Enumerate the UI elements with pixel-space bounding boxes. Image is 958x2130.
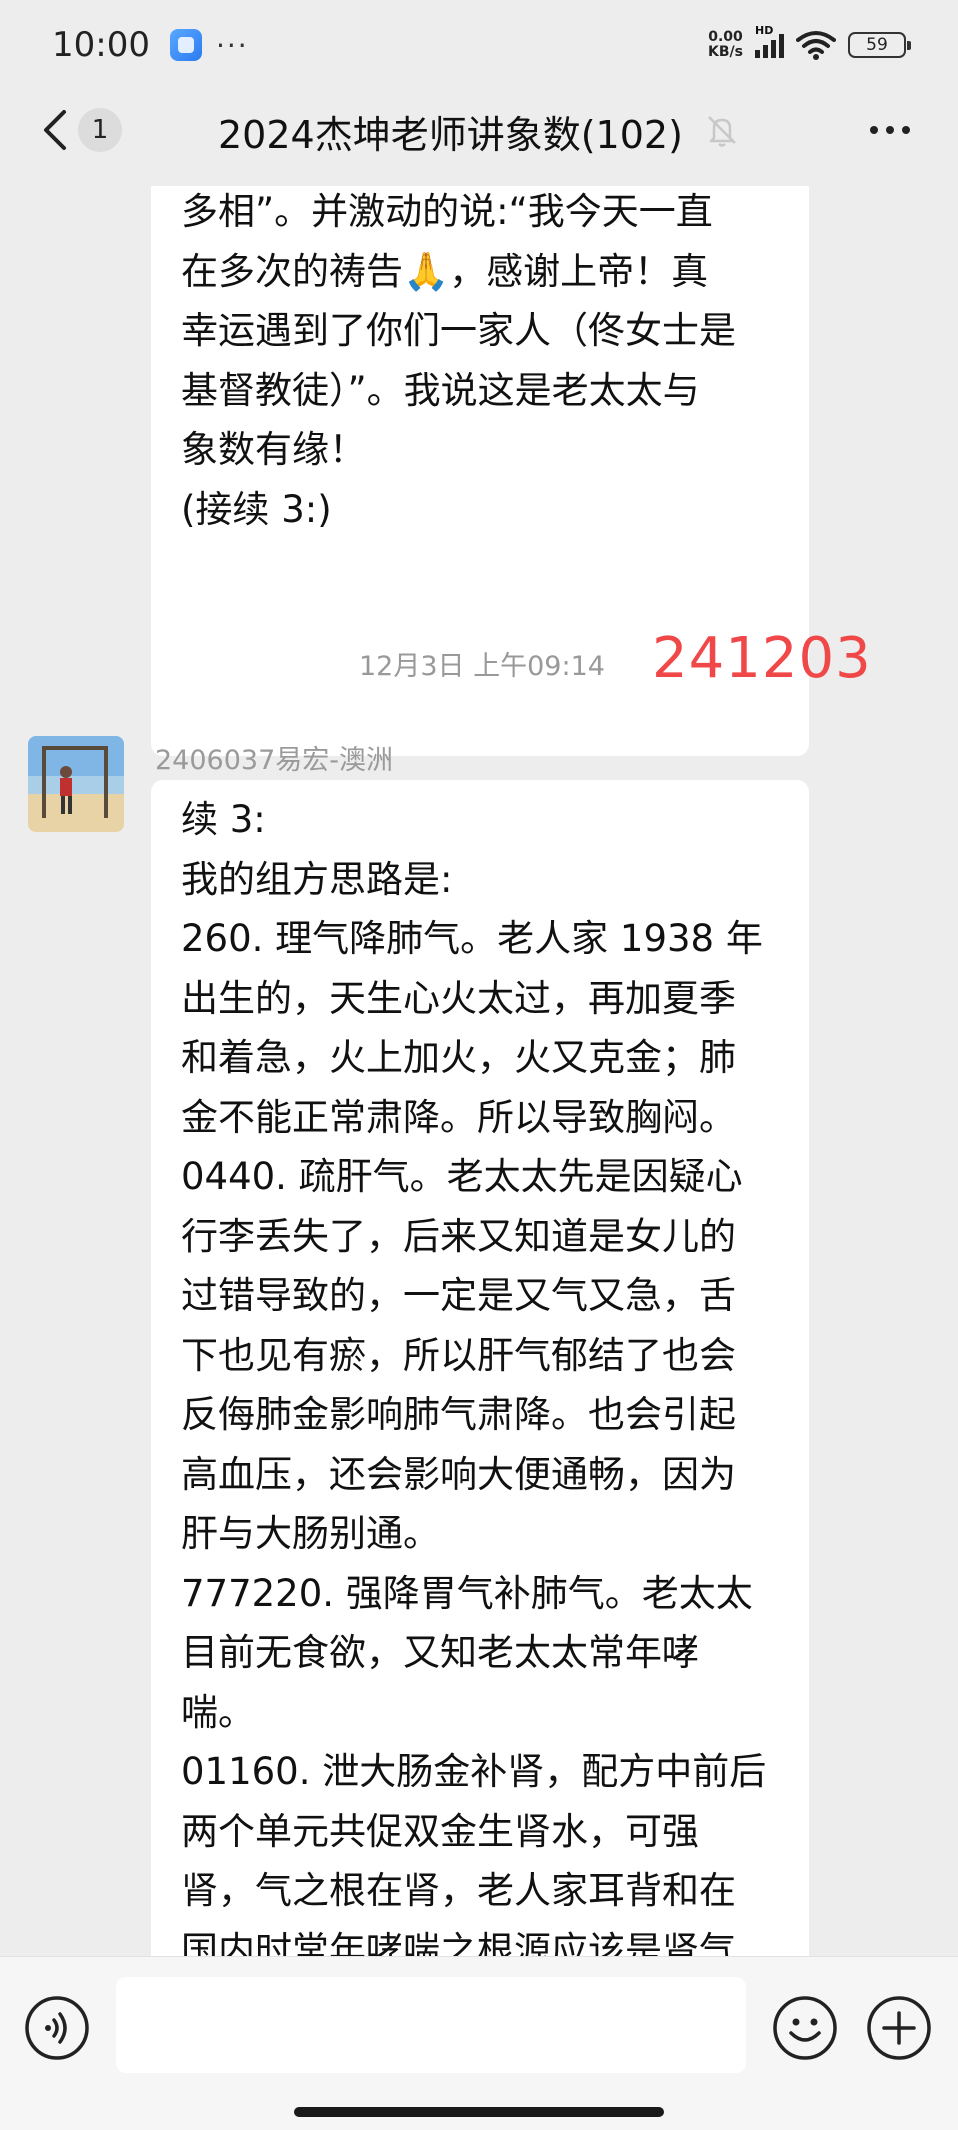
message-line: 多相”。并激动的说:“我今天一直 bbox=[181, 190, 713, 233]
status-time: 10:00 bbox=[52, 25, 150, 65]
message-line: 象数有缘！ bbox=[181, 428, 366, 471]
message-line: 两个单元共促双金生肾水，可强 bbox=[181, 1809, 699, 1853]
message-line: 基督教徒）”。我说这是老太太与 bbox=[181, 368, 700, 412]
network-speed-unit: KB/s bbox=[708, 44, 743, 60]
chevron-left-icon[interactable] bbox=[40, 108, 70, 152]
message-line: 高血压，还会影响大便通畅，因为 bbox=[181, 1452, 736, 1496]
message-line: 过错导致的，一定是又气又急，舌 bbox=[181, 1274, 736, 1317]
bell-off-icon bbox=[708, 116, 736, 147]
chat-screen: 10:00 ··· 0.00 KB/s HD 59 1 2024杰坤老师讲象数(… bbox=[0, 0, 958, 2130]
message-line: 下也见有瘀，所以肝气郁结了也会 bbox=[181, 1333, 736, 1377]
signal-icon: HD bbox=[755, 24, 784, 58]
message-line: 行李丢失了，后来又知道是女儿的 bbox=[181, 1214, 736, 1258]
battery-level: 59 bbox=[866, 35, 888, 55]
more-horizontal-icon[interactable] bbox=[866, 110, 914, 150]
more-notifications-icon: ··· bbox=[215, 28, 249, 62]
message-line: 出生的，天生心火太过，再加夏季 bbox=[181, 976, 736, 1020]
message-line: 和着急，火上加火，火又克金；肺 bbox=[181, 1036, 736, 1079]
chat-header: 1 2024杰坤老师讲象数(102) bbox=[0, 90, 958, 170]
message-line: (接续 3:) bbox=[181, 487, 332, 531]
message-line: 0440. 疏肝气。老太太先是因疑心 bbox=[181, 1155, 743, 1198]
unread-count-badge[interactable]: 1 bbox=[78, 108, 122, 152]
home-indicator[interactable] bbox=[294, 2107, 664, 2117]
message-line: 肾，气之根在肾，老人家耳背和在 bbox=[181, 1869, 736, 1912]
message-line: 01160. 泄大肠金补肾，配方中前后 bbox=[181, 1750, 767, 1793]
date-annotation: 241203 bbox=[652, 626, 872, 691]
network-speed: 0.00 KB/s bbox=[708, 30, 743, 60]
plus-circle-icon[interactable] bbox=[866, 1995, 932, 2061]
hd-label: HD bbox=[755, 24, 774, 37]
chat-message-list[interactable]: 多相”。并激动的说:“我今天一直 在多次的祷告🙏，感谢上帝！真 幸运遇到了你们一… bbox=[0, 186, 958, 1956]
wifi-icon bbox=[796, 31, 836, 60]
voice-icon[interactable] bbox=[24, 1995, 90, 2061]
avatar-image bbox=[28, 736, 124, 832]
message-line: 目前无食欲，又知老太太常年哮 bbox=[181, 1631, 699, 1674]
chat-title[interactable]: 2024杰坤老师讲象数(102) bbox=[218, 104, 683, 159]
battery-icon: 59 bbox=[848, 32, 911, 58]
input-bar bbox=[0, 1956, 958, 2130]
message-line: 777220. 强降胃气补肺气。老太太 bbox=[181, 1571, 753, 1615]
sender-name[interactable]: 2406037易宏-澳洲 bbox=[155, 738, 393, 777]
message-line: 金不能正常肃降。所以导致胸闷。 bbox=[181, 1095, 736, 1139]
message-line: 国内时常年哮喘之根源应该是肾气 bbox=[181, 1928, 736, 1957]
message-line: 续 3: bbox=[181, 798, 266, 841]
message-input[interactable] bbox=[116, 1977, 746, 2073]
message-timestamp: 12月3日 上午09:14 bbox=[359, 651, 605, 682]
status-bar: 10:00 ··· 0.00 KB/s HD 59 bbox=[0, 0, 958, 90]
app-notification-icon bbox=[169, 29, 202, 61]
message-line: 260. 理气降肺气。老人家 1938 年 bbox=[181, 917, 763, 960]
sender-avatar[interactable] bbox=[28, 736, 124, 832]
status-indicators: 0.00 KB/s HD 59 bbox=[708, 24, 911, 60]
network-speed-value: 0.00 bbox=[708, 29, 743, 45]
message-line: 肝与大肠别通。 bbox=[181, 1512, 440, 1555]
message-line: 我的组方思路是: bbox=[181, 857, 453, 901]
message-bubble[interactable]: 续 3: 我的组方思路是: 260. 理气降肺气。老人家 1938 年 出生的，… bbox=[151, 780, 809, 1956]
message-line: 在多次的祷告🙏，感谢上帝！真 bbox=[181, 249, 709, 293]
message-line: 喘。 bbox=[181, 1690, 255, 1734]
emoji-icon[interactable] bbox=[772, 1995, 838, 2061]
message-line: 反侮肺金影响肺气肃降。也会引起 bbox=[181, 1393, 736, 1436]
message-line: 幸运遇到了你们一家人（佟女士是 bbox=[181, 309, 736, 352]
